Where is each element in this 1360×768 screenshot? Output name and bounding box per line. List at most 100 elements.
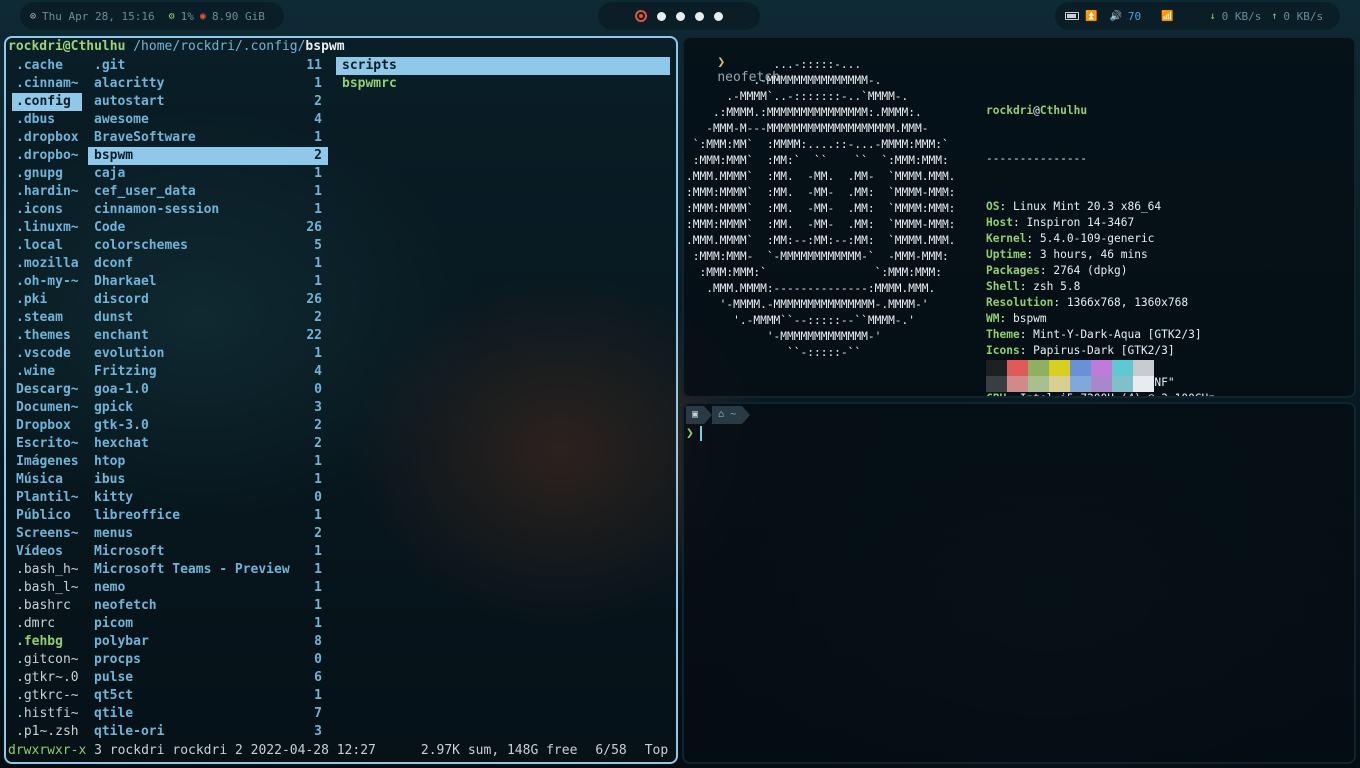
parent-entry[interactable]: Plantil~ xyxy=(12,489,82,507)
directory-entry[interactable]: polybar 8 xyxy=(88,633,328,651)
directory-entry[interactable]: cinnamon-session 1 xyxy=(88,201,328,219)
parent-entry[interactable]: .p1~.zsh xyxy=(12,723,82,741)
info-key: Icons xyxy=(986,344,1020,357)
parent-entry[interactable]: .hardin~ xyxy=(12,183,82,201)
directory-entry[interactable]: awesome 4 xyxy=(88,111,328,129)
directory-entry[interactable]: gpick 3 xyxy=(88,399,328,417)
parent-entry[interactable]: .steam xyxy=(12,309,82,327)
directory-entry[interactable]: menus 2 xyxy=(88,525,328,543)
directory-entry[interactable]: goa-1.0 0 xyxy=(88,381,328,399)
prompt-line[interactable]: ❯ xyxy=(686,426,702,441)
parent-entry[interactable]: .config xyxy=(12,93,82,111)
parent-entry[interactable]: .dmrc xyxy=(12,615,82,633)
palette-swatch xyxy=(1028,360,1049,376)
parent-entry[interactable]: .linuxm~ xyxy=(12,219,82,237)
directory-entry[interactable]: Microsoft 1 xyxy=(88,543,328,561)
preview-entry[interactable]: scripts xyxy=(336,57,670,75)
parent-entry[interactable]: Screens~ xyxy=(12,525,82,543)
directory-entry[interactable]: autostart 2 xyxy=(88,93,328,111)
workspace-4[interactable] xyxy=(695,11,704,21)
directory-entry[interactable]: .git 11 xyxy=(88,57,328,75)
parent-entry[interactable]: .bash_h~ xyxy=(12,561,82,579)
directory-entry[interactable]: pulse 6 xyxy=(88,669,328,687)
directory-entry[interactable]: qtile 7 xyxy=(88,705,328,723)
parent-entry[interactable]: .gtkr~.0 xyxy=(12,669,82,687)
directory-entry[interactable]: picom 1 xyxy=(88,615,328,633)
directory-entry[interactable]: hexchat 2 xyxy=(88,435,328,453)
directory-entry[interactable]: ibus 1 xyxy=(88,471,328,489)
directory-entry[interactable]: qtile-ori 3 xyxy=(88,723,328,741)
ranger-parent-column[interactable]: .cache .cinnam~ .config .dbus .dropbox .dropb… xyxy=(12,57,82,741)
parent-entry[interactable]: Vídeos xyxy=(12,543,82,561)
parent-entry[interactable]: Público xyxy=(12,507,82,525)
entry-count: 26 xyxy=(306,292,322,307)
parent-entry[interactable]: Documen~ xyxy=(12,399,82,417)
directory-entry[interactable]: kitty 0 xyxy=(88,489,328,507)
parent-entry[interactable]: Descarg~ xyxy=(12,381,82,399)
directory-entry[interactable]: dconf 1 xyxy=(88,255,328,273)
parent-entry[interactable]: .bash_l~ xyxy=(12,579,82,597)
directory-entry[interactable]: discord 26 xyxy=(88,291,328,309)
volume-icon[interactable]: 🔊 xyxy=(1109,11,1121,22)
workspace-3[interactable] xyxy=(676,11,685,21)
parent-entry[interactable]: .cinnam~ xyxy=(12,75,82,93)
parent-entry[interactable]: .dropbox xyxy=(12,129,82,147)
parent-entry[interactable]: Música xyxy=(12,471,82,489)
directory-entry[interactable]: gtk-3.0 2 xyxy=(88,417,328,435)
directory-entry[interactable]: BraveSoftware 1 xyxy=(88,129,328,147)
parent-entry[interactable]: .dbus xyxy=(12,111,82,129)
directory-entry[interactable]: enchant 22 xyxy=(88,327,328,345)
directory-entry[interactable]: nemo 1 xyxy=(88,579,328,597)
directory-entry[interactable]: Dharkael 1 xyxy=(88,273,328,291)
empty-terminal[interactable]: ▣ ⌂ ~ ❯ xyxy=(682,402,1356,764)
entry-name: cef_user_data xyxy=(94,184,196,199)
parent-entry[interactable]: Dropbox xyxy=(12,417,82,435)
parent-entry[interactable]: Escrito~ xyxy=(12,435,82,453)
parent-entry[interactable]: .oh-my-~ xyxy=(12,273,82,291)
ascii-line: :MMM:MMMM` :MM. -MM- .MM: `MMMM-MMM: xyxy=(686,186,956,199)
parent-entry[interactable]: .histfi~ xyxy=(12,705,82,723)
parent-entry[interactable]: Imágenes xyxy=(12,453,82,471)
directory-entry[interactable]: dunst 2 xyxy=(88,309,328,327)
parent-entry[interactable]: .cache xyxy=(12,57,82,75)
directory-entry[interactable]: neofetch 1 xyxy=(88,597,328,615)
workspace-2[interactable] xyxy=(657,11,666,21)
parent-entry[interactable]: .fehbg xyxy=(12,633,82,651)
parent-entry[interactable]: .gnupg xyxy=(12,165,82,183)
directory-entry[interactable]: htop 1 xyxy=(88,453,328,471)
parent-entry[interactable]: .wine xyxy=(12,363,82,381)
directory-entry[interactable]: procps 0 xyxy=(88,651,328,669)
parent-entry[interactable]: .vscode xyxy=(12,345,82,363)
parent-entry[interactable]: .icons xyxy=(12,201,82,219)
directory-entry[interactable]: bspwm 2 xyxy=(88,147,328,165)
directory-entry[interactable]: alacritty 1 xyxy=(88,75,328,93)
ranger-window[interactable]: rockdri@Cthulhu /home/rockdri/.config/bs… xyxy=(4,36,678,764)
parent-entry[interactable]: .dropbo~ xyxy=(12,147,82,165)
entry-name: .git xyxy=(94,58,126,73)
directory-entry[interactable]: caja 1 xyxy=(88,165,328,183)
ranger-preview-column[interactable]: scripts bspwmrc xyxy=(336,57,670,93)
workspace-1-active[interactable] xyxy=(635,10,647,22)
preview-entry[interactable]: bspwmrc xyxy=(336,75,670,93)
directory-entry[interactable]: colorschemes 5 xyxy=(88,237,328,255)
ranger-current-column[interactable]: .git 11 alacritty 1 autostart 2 awesome 4 BraveS… xyxy=(88,57,328,741)
entry-name: hexchat xyxy=(94,436,149,451)
parent-entry[interactable]: .gitcon~ xyxy=(12,651,82,669)
neofetch-terminal[interactable]: ❯ neofetch ...-:::::-... .-MMMMMMMMMMMMM… xyxy=(682,36,1356,398)
parent-entry[interactable]: .themes xyxy=(12,327,82,345)
directory-entry[interactable]: Microsoft Teams - Preview 1 xyxy=(88,561,328,579)
directory-entry[interactable]: qt5ct 1 xyxy=(88,687,328,705)
directory-entry[interactable]: Fritzing 4 xyxy=(88,363,328,381)
directory-entry[interactable]: libreoffice 1 xyxy=(88,507,328,525)
directory-entry[interactable]: cef_user_data 1 xyxy=(88,183,328,201)
parent-entry[interactable]: .pki xyxy=(12,291,82,309)
parent-entry[interactable]: .bashrc xyxy=(12,597,82,615)
directory-entry[interactable]: evolution 1 xyxy=(88,345,328,363)
directory-entry[interactable]: Code 26 xyxy=(88,219,328,237)
parent-entry[interactable]: .gtkrc-~ xyxy=(12,687,82,705)
workspace-5[interactable] xyxy=(714,11,723,21)
volume-text[interactable]: 70 xyxy=(1128,10,1141,23)
parent-entry[interactable]: .mozilla xyxy=(12,255,82,273)
parent-entry[interactable]: .local xyxy=(12,237,82,255)
wifi-icon[interactable]: 📶 xyxy=(1161,11,1173,22)
